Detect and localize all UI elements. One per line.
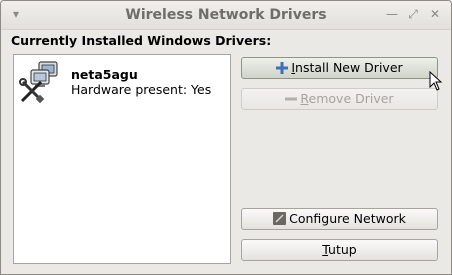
configure-button-label: Configure Network [289, 211, 406, 226]
configure-network-button[interactable]: Configure Network [241, 208, 438, 230]
install-button-label: nstall New Driver [295, 60, 403, 75]
maximize-icon[interactable]: ⤢ [406, 7, 420, 21]
close-button[interactable]: Tutup [241, 239, 438, 261]
remove-button-label: emove Driver [308, 91, 394, 106]
mouse-cursor-icon [429, 71, 443, 91]
drivers-list[interactable]: neta5agu Hardware present: Yes [13, 54, 231, 264]
install-new-driver-button[interactable]: Install New Driver [241, 57, 438, 79]
remove-mnemonic: R [300, 91, 309, 106]
remove-driver-button[interactable]: Remove Driver [241, 88, 438, 110]
close-icon[interactable]: ✕ [428, 7, 442, 21]
minus-icon [285, 91, 298, 111]
minimize-icon[interactable]: — [385, 7, 399, 21]
driver-hardware-status: Hardware present: Yes [71, 82, 212, 97]
window-title: Wireless Network Drivers [125, 7, 327, 23]
network-config-icon [273, 211, 287, 231]
driver-name: neta5agu [71, 67, 138, 82]
close-button-label: utup [328, 242, 357, 257]
wireless-drivers-window: ▾ Wireless Network Drivers — ⤢ ✕ Current… [0, 0, 452, 275]
plus-icon [276, 60, 289, 80]
titlebar: ▾ Wireless Network Drivers — ⤢ ✕ [1, 1, 451, 30]
installed-drivers-label: Currently Installed Windows Drivers: [11, 33, 272, 48]
network-hardware-icon [19, 61, 58, 104]
